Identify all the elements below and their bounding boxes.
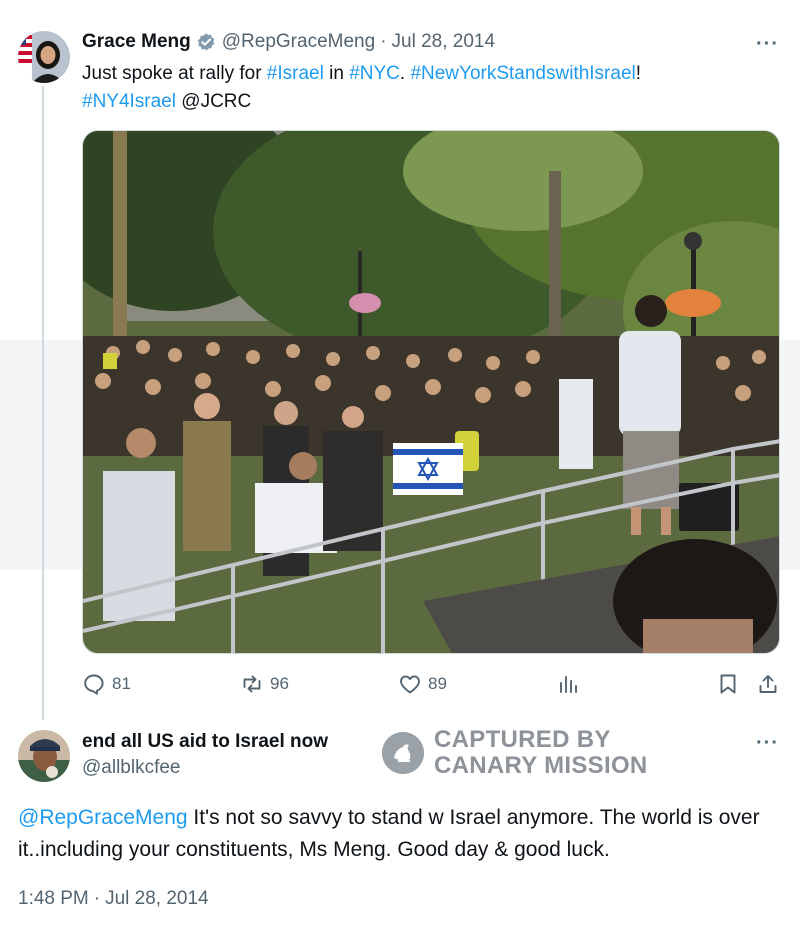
- reply-more-icon[interactable]: ···: [756, 732, 779, 755]
- reply-button[interactable]: 81: [82, 672, 131, 696]
- author-name[interactable]: Grace Meng: [82, 31, 191, 53]
- views-button[interactable]: [556, 672, 586, 696]
- tweet-header: Grace Meng @RepGraceMeng · Jul 28, 2014: [82, 31, 495, 53]
- tweet-action-bar: 81 96 89: [82, 672, 782, 700]
- repost-count: 96: [270, 674, 289, 693]
- text-part: Just spoke at rally for: [82, 63, 267, 84]
- bookmark-icon: [720, 674, 736, 694]
- capture-watermark: CAPTURED BY CANARY MISSION: [382, 727, 648, 779]
- watermark-text: CAPTURED BY CANARY MISSION: [434, 727, 648, 779]
- reply-count: 81: [112, 674, 131, 693]
- reply-date: Jul 28, 2014: [105, 888, 209, 909]
- reply-icon: [84, 674, 104, 695]
- reply-mention[interactable]: @RepGraceMeng: [18, 806, 188, 829]
- reply-timestamp[interactable]: 1:48 PM · Jul 28, 2014: [18, 888, 209, 910]
- watermark-line-1: CAPTURED BY: [434, 726, 611, 753]
- watermark-line-2: CANARY MISSION: [434, 752, 648, 779]
- reply-author-avatar[interactable]: [18, 730, 70, 782]
- tweet-text: Just spoke at rally for #Israel in #NYC.…: [82, 60, 772, 116]
- meta-separator: ·: [380, 31, 387, 52]
- thread-connector-line: [42, 86, 44, 720]
- author-handle[interactable]: @RepGraceMeng: [222, 31, 375, 53]
- verified-badge-icon: [196, 32, 216, 52]
- hashtag-israel[interactable]: #Israel: [267, 63, 324, 84]
- tweet-date[interactable]: Jul 28, 2014: [392, 31, 496, 53]
- tweet-photo[interactable]: [82, 130, 780, 654]
- reply-time: 1:48 PM: [18, 888, 89, 909]
- views-icon: [560, 676, 577, 693]
- canary-logo-icon: [382, 732, 424, 774]
- timestamp-separator: ·: [93, 888, 101, 909]
- bookmark-button[interactable]: [716, 672, 746, 696]
- reply-author-name[interactable]: end all US aid to Israel now: [82, 731, 328, 753]
- author-avatar[interactable]: [18, 31, 70, 83]
- hashtag-nyc[interactable]: #NYC: [349, 63, 400, 84]
- reply-author-handle[interactable]: @allblkcfee: [82, 757, 181, 779]
- text-part: !: [635, 63, 642, 84]
- like-count: 89: [428, 674, 447, 693]
- reply-text: @RepGraceMeng It's not so savvy to stand…: [18, 802, 788, 866]
- hashtag-ny4israel[interactable]: #NY4Israel: [82, 91, 176, 112]
- hashtag-newyorkstandswithisrael[interactable]: #NewYorkStandswithIsrael: [410, 63, 635, 84]
- share-icon: [759, 675, 777, 693]
- like-icon: [400, 675, 420, 694]
- mention-jcrc[interactable]: @JCRC: [176, 91, 251, 112]
- text-part: .: [399, 63, 411, 84]
- repost-icon: [243, 675, 261, 693]
- share-button[interactable]: [756, 672, 786, 696]
- text-part: in: [323, 63, 350, 84]
- like-button[interactable]: 89: [398, 672, 447, 696]
- repost-button[interactable]: 96: [240, 672, 289, 696]
- more-icon[interactable]: ···: [756, 33, 779, 56]
